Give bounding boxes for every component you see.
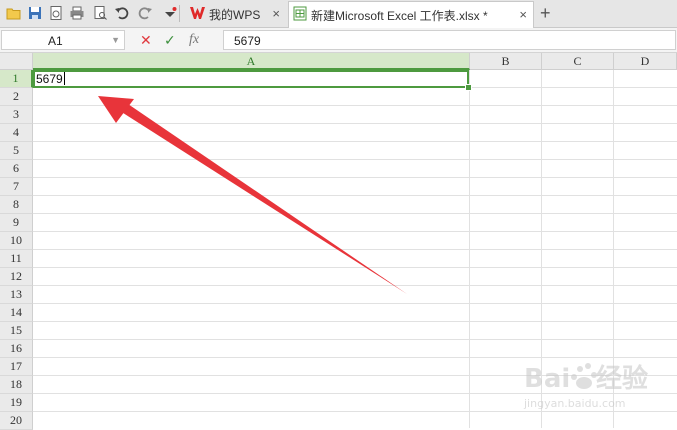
baidu-watermark: Bai 经验 jingyan.baidu.com	[522, 355, 672, 415]
baidu-watermark-logo: Bai 经验 jingyan.baidu.com	[523, 363, 648, 410]
svg-text:经验: 经验	[596, 363, 648, 394]
arrow-shaft	[120, 104, 407, 294]
svg-text:jingyan.baidu.com: jingyan.baidu.com	[523, 397, 626, 410]
svg-text:Bai: Bai	[524, 364, 570, 394]
